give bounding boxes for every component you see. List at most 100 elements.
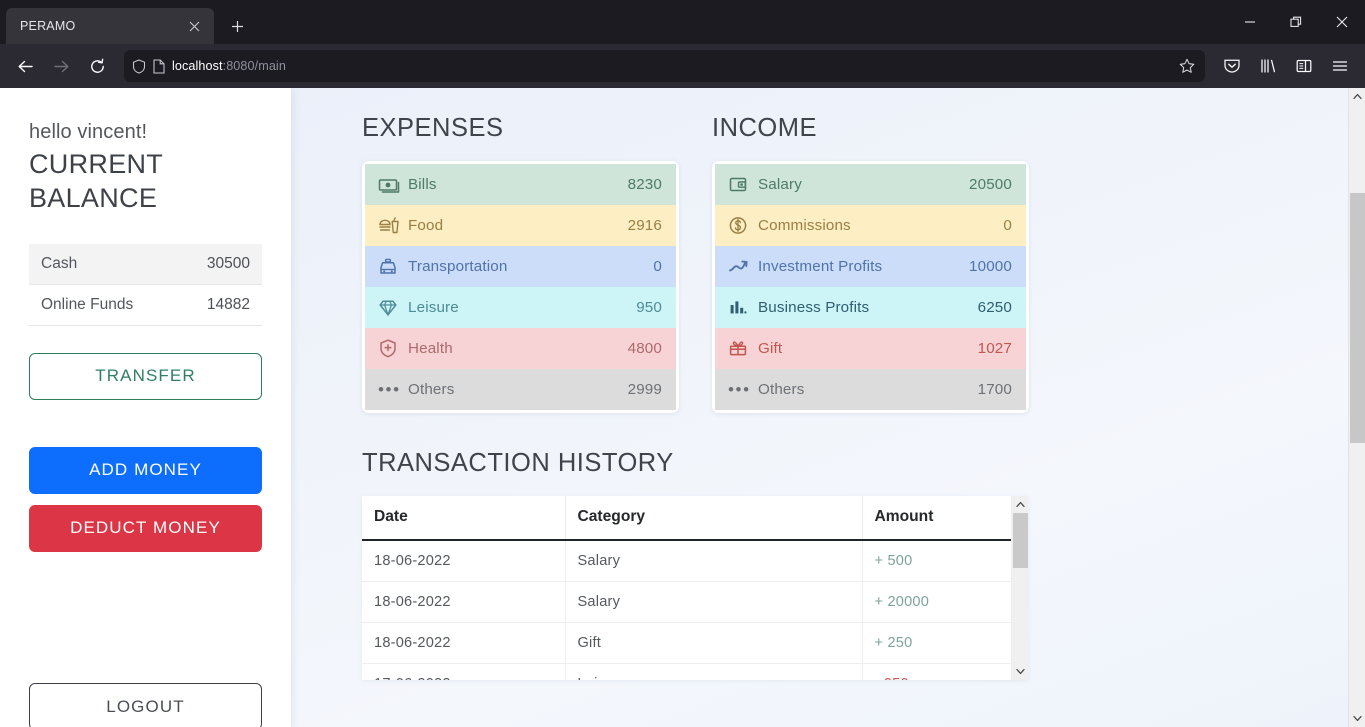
dollar-coin-icon: [728, 215, 758, 237]
ellipsis-icon: •••: [378, 380, 401, 399]
logout-button[interactable]: LOGOUT: [29, 683, 262, 727]
expense-amount: 8230: [627, 176, 662, 193]
table-row[interactable]: 17-06-2022 Leisure - 950: [362, 663, 1011, 680]
cell-amount: - 950: [862, 663, 1011, 680]
scroll-down-icon[interactable]: [1349, 710, 1365, 727]
sidebar-icon[interactable]: [1287, 49, 1321, 83]
transfer-button[interactable]: TRANSFER: [29, 352, 262, 400]
restore-icon[interactable]: [1273, 0, 1319, 44]
table-row[interactable]: 18-06-2022 Salary + 20000: [362, 581, 1011, 623]
bar-chart-icon: [728, 297, 758, 319]
income-amount: 6250: [977, 299, 1012, 316]
hamburger-menu-icon[interactable]: [1323, 49, 1357, 83]
expense-label: Health: [408, 340, 453, 357]
banknote-icon: [378, 174, 408, 196]
expense-row-health[interactable]: Health 4800: [365, 328, 676, 369]
minimize-icon[interactable]: [1227, 0, 1273, 44]
income-panel: INCOME Salary 20500 Commissions 0 Invest…: [712, 114, 1029, 413]
table-header-row: Date Category Amount: [362, 496, 1011, 541]
expenses-panel: EXPENSES Bills 8230 Food 2916 Transporta…: [362, 114, 679, 413]
balance-table: Cash 30500 Online Funds 14882: [29, 243, 262, 326]
page-title: CURRENT BALANCE: [29, 149, 163, 213]
reload-icon[interactable]: [80, 49, 114, 83]
back-arrow-icon[interactable]: [8, 49, 42, 83]
pocket-icon[interactable]: [1215, 49, 1249, 83]
scroll-up-icon[interactable]: [1012, 496, 1028, 513]
deduct-money-button[interactable]: DEDUCT MONEY: [29, 504, 262, 552]
expense-amount: 2916: [627, 217, 662, 234]
new-tab-icon[interactable]: [222, 11, 252, 41]
table-row[interactable]: 18-06-2022 Salary + 500: [362, 540, 1011, 582]
expense-row-food[interactable]: Food 2916: [365, 205, 676, 246]
expense-amount: 2999: [627, 381, 662, 398]
wallet-icon: [728, 174, 758, 196]
table-row[interactable]: 18-06-2022 Gift + 250: [362, 622, 1011, 664]
tab-bar: PERAMO: [0, 0, 1365, 44]
expense-row-others[interactable]: ••• Others 2999: [365, 369, 676, 410]
expense-label: Bills: [408, 176, 437, 193]
balance-label: Online Funds: [41, 295, 134, 313]
library-icon[interactable]: [1251, 49, 1285, 83]
cell-category: Salary: [565, 540, 863, 582]
column-header-category[interactable]: Category: [565, 496, 863, 541]
cell-date: 18-06-2022: [362, 540, 566, 582]
column-header-date[interactable]: Date: [362, 496, 566, 541]
scroll-down-icon[interactable]: [1012, 663, 1028, 680]
summary-panels: EXPENSES Bills 8230 Food 2916 Transporta…: [362, 114, 1348, 413]
page-scrollbar[interactable]: [1348, 88, 1365, 727]
star-icon[interactable]: [1179, 58, 1197, 74]
taxi-icon: [378, 256, 408, 278]
page-icon: [153, 58, 165, 74]
column-header-amount[interactable]: Amount: [862, 496, 1011, 541]
income-row-others[interactable]: ••• Others 1700: [715, 369, 1026, 410]
income-title: INCOME: [712, 114, 817, 142]
forward-arrow-icon[interactable]: [44, 49, 78, 83]
browser-window: PERAMO localhost:8080/main hello vincent…: [0, 0, 1365, 727]
browser-tab[interactable]: PERAMO: [6, 8, 214, 44]
income-row-salary[interactable]: Salary 20500: [715, 164, 1026, 205]
scrollbar-thumb[interactable]: [1013, 513, 1028, 568]
cell-date: 17-06-2022: [362, 663, 566, 680]
expense-amount: 950: [636, 299, 662, 316]
expenses-title: EXPENSES: [362, 114, 504, 142]
income-row-commissions[interactable]: Commissions 0: [715, 205, 1026, 246]
scrollbar-thumb[interactable]: [1350, 193, 1365, 443]
app-root: hello vincent! CURRENT BALANCE Cash 3050…: [0, 88, 1348, 727]
income-row-investment-profits[interactable]: Investment Profits 10000: [715, 246, 1026, 287]
history-table: Date Category Amount 18-06-2022 Salary +…: [362, 496, 1011, 680]
income-label: Commissions: [758, 217, 851, 234]
balance-label: Cash: [41, 254, 78, 272]
expense-amount: 0: [653, 258, 662, 275]
url-text: localhost:8080/main: [172, 59, 1172, 73]
income-row-gift[interactable]: Gift 1027: [715, 328, 1026, 369]
add-money-button[interactable]: ADD MONEY: [29, 446, 262, 494]
close-icon[interactable]: [184, 16, 204, 36]
history-title: TRANSACTION HISTORY: [362, 449, 674, 477]
diamond-icon: [378, 297, 408, 319]
income-row-business-profits[interactable]: Business Profits 6250: [715, 287, 1026, 328]
transaction-history: TRANSACTION HISTORY Date Category Amount: [362, 449, 1348, 680]
table-head: Date Category Amount: [362, 496, 1011, 541]
tab-title: PERAMO: [20, 19, 76, 33]
url-host: localhost: [172, 59, 223, 73]
history-table-wrapper: Date Category Amount 18-06-2022 Salary +…: [362, 496, 1028, 680]
scroll-up-icon[interactable]: [1349, 88, 1365, 105]
income-label: Salary: [758, 176, 802, 193]
expense-row-leisure[interactable]: Leisure 950: [365, 287, 676, 328]
url-path: :8080/main: [222, 59, 286, 73]
expense-row-bills[interactable]: Bills 8230: [365, 164, 676, 205]
greeting-text: hello vincent!: [29, 121, 148, 143]
income-label: Gift: [758, 340, 783, 357]
cell-category: Salary: [565, 581, 863, 623]
income-label: Business Profits: [758, 299, 870, 316]
income-list: Salary 20500 Commissions 0 Investment Pr…: [712, 161, 1029, 413]
address-bar[interactable]: localhost:8080/main: [124, 50, 1205, 82]
trend-up-icon: [728, 256, 758, 278]
table-scrollbar[interactable]: [1011, 496, 1028, 680]
main-content: EXPENSES Bills 8230 Food 2916 Transporta…: [291, 88, 1348, 680]
balance-row-online-funds: Online Funds 14882: [29, 285, 262, 326]
expense-row-transportation[interactable]: Transportation 0: [365, 246, 676, 287]
close-icon[interactable]: [1319, 0, 1365, 44]
cell-date: 18-06-2022: [362, 622, 566, 664]
cell-amount: + 250: [862, 622, 1011, 664]
